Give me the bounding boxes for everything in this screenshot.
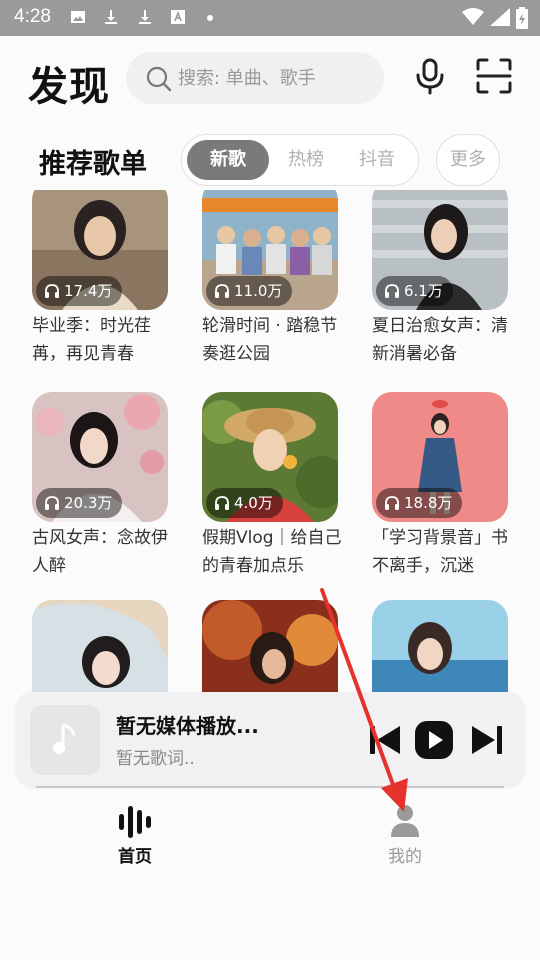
playlist-cover: 6.1万 [372, 190, 508, 310]
playback-progress-track [36, 786, 504, 788]
search-input[interactable] [178, 60, 368, 96]
text-app-icon [171, 10, 185, 24]
previous-track-icon[interactable] [368, 722, 404, 758]
play-count: 20.3万 [64, 494, 113, 512]
play-count: 17.4万 [64, 282, 113, 300]
next-track-icon[interactable] [468, 722, 504, 758]
nav-item-home[interactable]: 首页 [85, 798, 185, 867]
now-playing-lyrics: 暂无歌词.. [116, 749, 195, 769]
wifi-icon [462, 8, 484, 25]
header: 发现 [0, 36, 540, 126]
audio-bars-icon [119, 806, 151, 838]
more-button[interactable]: 更多 [436, 134, 500, 186]
search-bar[interactable] [126, 52, 384, 104]
headphone-icon [45, 496, 59, 510]
user-icon [391, 805, 419, 837]
playlist-title: 古风女声：念故伊人醉 [32, 528, 168, 576]
download-icon [139, 10, 151, 24]
tab-group: 新歌 热榜 抖音 [181, 134, 419, 186]
play-count: 6.1万 [404, 282, 443, 300]
playlist-cover: 17.4万 [32, 190, 168, 310]
nav-label-profile: 我的 [388, 847, 422, 867]
playlist-title: 轮滑时间 · 踏稳节奏逛公园 [202, 316, 338, 364]
page-title: 发现 [28, 64, 110, 110]
now-playing-title: 暂无媒体播放... [116, 714, 259, 738]
tab-hot-chart[interactable]: 热榜 [272, 140, 340, 180]
tab-douyin[interactable]: 抖音 [342, 140, 412, 180]
play-icon[interactable] [414, 720, 454, 760]
headphone-icon [385, 284, 399, 298]
image-icon [71, 11, 85, 23]
playlist-cover: 11.0万 [202, 190, 338, 310]
play-count-badge: 6.1万 [376, 276, 453, 306]
headphone-icon [385, 496, 399, 510]
mini-player[interactable]: 暂无媒体播放... 暂无歌词.. [16, 692, 524, 786]
playlist-title: 夏日治愈女声：清新消暑必备 [372, 316, 508, 364]
nav-item-profile[interactable]: 我的 [355, 798, 455, 867]
playlist-title: 假期Vlog｜给自己的青春加点乐 [202, 528, 342, 576]
headphone-icon [215, 284, 229, 298]
status-time: 4:28 [14, 6, 51, 27]
play-count-badge: 11.0万 [206, 276, 293, 306]
search-icon [146, 66, 172, 92]
nav-label-home: 首页 [118, 847, 152, 867]
play-count-badge: 4.0万 [206, 488, 283, 518]
playlist-title: 毕业季：时光荏苒，再见青春 [32, 316, 151, 364]
bottom-navigation: 首页 我的 [0, 790, 540, 900]
playlist-cover: 4.0万 [202, 392, 338, 522]
playlist-grid: 17.4万 毕业季：时光荏苒，再见青春 11.0万 轮滑时间 · 踏稳节奏逛公园 [0, 190, 540, 710]
battery-icon [516, 7, 528, 29]
headphone-icon [215, 496, 229, 510]
scan-icon[interactable] [474, 56, 514, 96]
playlist-title: 「学习背景音」书不离手，沉迷 [372, 528, 508, 576]
play-count: 11.0万 [234, 282, 283, 300]
recommended-playlists-header: 推荐歌单 新歌 热榜 抖音 更多 [0, 126, 540, 190]
status-bar: 4:28 [0, 0, 540, 36]
download-icon [105, 10, 117, 24]
play-count: 4.0万 [234, 494, 273, 512]
tab-new-songs[interactable]: 新歌 [187, 140, 269, 180]
play-count-badge: 17.4万 [36, 276, 123, 306]
playlist-cover: 20.3万 [32, 392, 168, 522]
notification-dot [207, 15, 213, 21]
section-title: 推荐歌单 [39, 149, 147, 180]
signal-icon [490, 8, 510, 26]
play-count-badge: 20.3万 [36, 488, 123, 518]
album-art-placeholder [30, 705, 100, 775]
microphone-icon[interactable] [410, 56, 450, 96]
headphone-icon [45, 284, 59, 298]
play-count: 18.8万 [404, 494, 453, 512]
playlist-cover: 18.8万 [372, 392, 508, 522]
music-note-icon [53, 723, 76, 754]
play-count-badge: 18.8万 [376, 488, 463, 518]
